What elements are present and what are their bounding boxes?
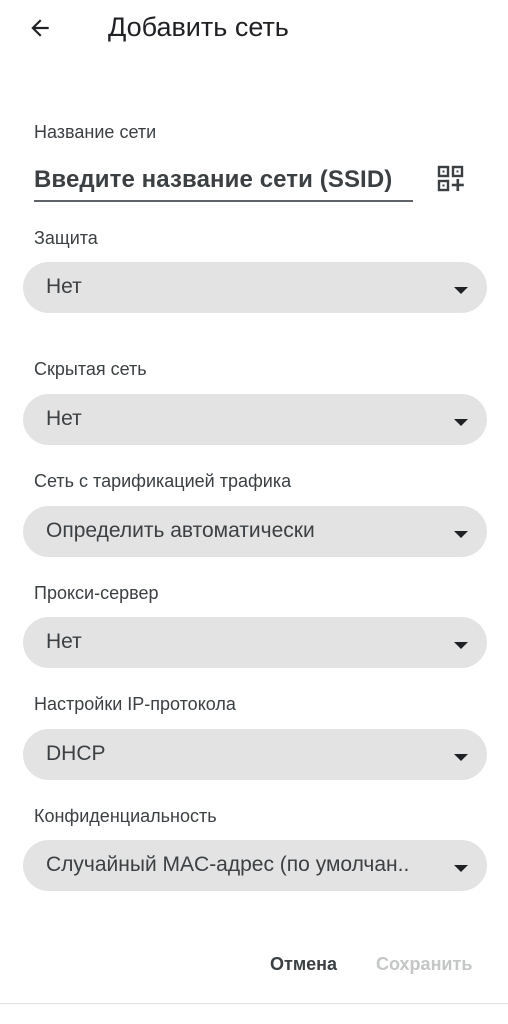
back-button[interactable] xyxy=(22,10,58,46)
save-button[interactable]: Сохранить xyxy=(376,954,472,975)
dropdown-arrow-icon xyxy=(454,531,468,538)
proxy-label: Прокси-сервер xyxy=(34,583,159,603)
dropdown-arrow-icon xyxy=(454,865,468,872)
dropdown-arrow-icon xyxy=(454,287,468,294)
dropdown-arrow-icon xyxy=(454,754,468,761)
metered-value: Определить автоматически xyxy=(46,519,315,542)
top-app-bar: Добавить сеть xyxy=(0,0,508,58)
metered-label: Сеть с тарификацией трафика xyxy=(34,471,292,491)
proxy-value: Нет xyxy=(46,630,82,653)
hidden-network-dropdown[interactable]: Нет xyxy=(23,394,487,445)
proxy-dropdown[interactable]: Нет xyxy=(23,617,487,668)
qr-code-add-icon xyxy=(437,165,464,192)
bottom-divider xyxy=(0,1003,508,1004)
dropdown-arrow-icon xyxy=(454,642,468,649)
metered-dropdown[interactable]: Определить автоматически xyxy=(23,506,487,557)
privacy-dropdown[interactable]: Случайный MAC-адрес (по умолчан.. xyxy=(23,840,487,891)
ip-settings-dropdown[interactable]: DHCP xyxy=(23,729,487,780)
hidden-network-label: Скрытая сеть xyxy=(34,359,147,379)
page-title: Добавить сеть xyxy=(108,12,289,42)
ip-settings-label: Настройки IP-протокола xyxy=(34,694,236,714)
security-label: Защита xyxy=(34,228,98,248)
security-dropdown[interactable]: Нет xyxy=(23,262,487,313)
privacy-label: Конфиденциальность xyxy=(34,806,217,826)
arrow-left-icon xyxy=(31,19,49,37)
dropdown-arrow-icon xyxy=(454,419,468,426)
ip-settings-value: DHCP xyxy=(46,742,106,765)
privacy-value: Случайный MAC-адрес (по умолчан.. xyxy=(46,853,410,876)
ssid-label: Название сети xyxy=(34,122,157,142)
hidden-network-value: Нет xyxy=(46,407,82,430)
ssid-input[interactable]: Введите название сети (SSID) xyxy=(34,162,413,202)
cancel-button[interactable]: Отмена xyxy=(270,954,337,975)
security-value: Нет xyxy=(46,275,82,298)
qr-scan-button[interactable] xyxy=(436,164,468,196)
